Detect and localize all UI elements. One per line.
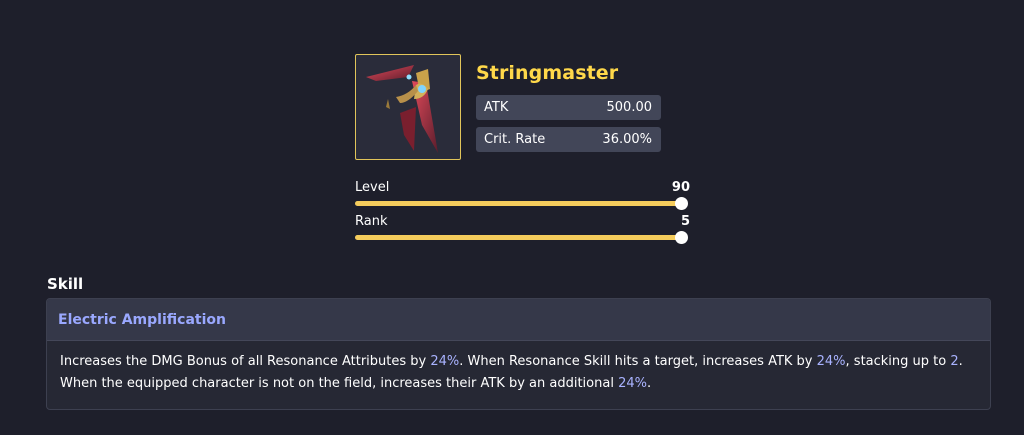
level-slider-fill [355,201,682,206]
level-slider-thumb[interactable] [675,197,688,210]
desc-text: . [646,376,652,391]
skill-name: Electric Amplification [47,299,990,341]
weapon-image [355,54,461,160]
rank-label: Rank [355,214,388,229]
skill-section-title: Skill [47,275,84,293]
level-label: Level [355,180,390,195]
desc-text: , stacking up to [845,354,951,369]
stat-value: 500.00 [606,100,653,115]
desc-text: Increases the DMG Bonus of all Resonance… [60,354,431,369]
rank-slider-thumb[interactable] [675,231,688,244]
desc-text: When the equipped character is not on th… [60,376,619,391]
stat-value: 36.00% [602,132,652,147]
rank-slider-fill [355,235,682,240]
desc-text: . [958,354,963,369]
level-slider[interactable] [355,197,688,210]
weapon-name: Stringmaster [476,62,619,84]
desc-highlight: 2 [950,354,959,369]
stat-crit-rate: Crit. Rate 36.00% [476,127,661,152]
stat-atk: ATK 500.00 [476,95,661,120]
level-value: 90 [671,180,690,195]
skill-panel: Electric Amplification Increases the DMG… [46,298,991,410]
desc-highlight: 24% [816,354,846,369]
stat-label: ATK [484,100,509,115]
desc-highlight: 24% [618,376,647,391]
stat-label: Crit. Rate [484,132,546,147]
broadblade-weapon-icon [366,65,438,153]
desc-text: . When Resonance Skill hits a target, in… [459,354,817,369]
desc-highlight: 24% [430,354,460,369]
skill-description: Increases the DMG Bonus of all Resonance… [47,341,990,395]
weapon-detail-page: Stringmaster ATK 500.00 Crit. Rate 36.00… [0,0,1024,435]
rank-slider[interactable] [355,231,688,244]
rank-value: 5 [680,214,690,229]
